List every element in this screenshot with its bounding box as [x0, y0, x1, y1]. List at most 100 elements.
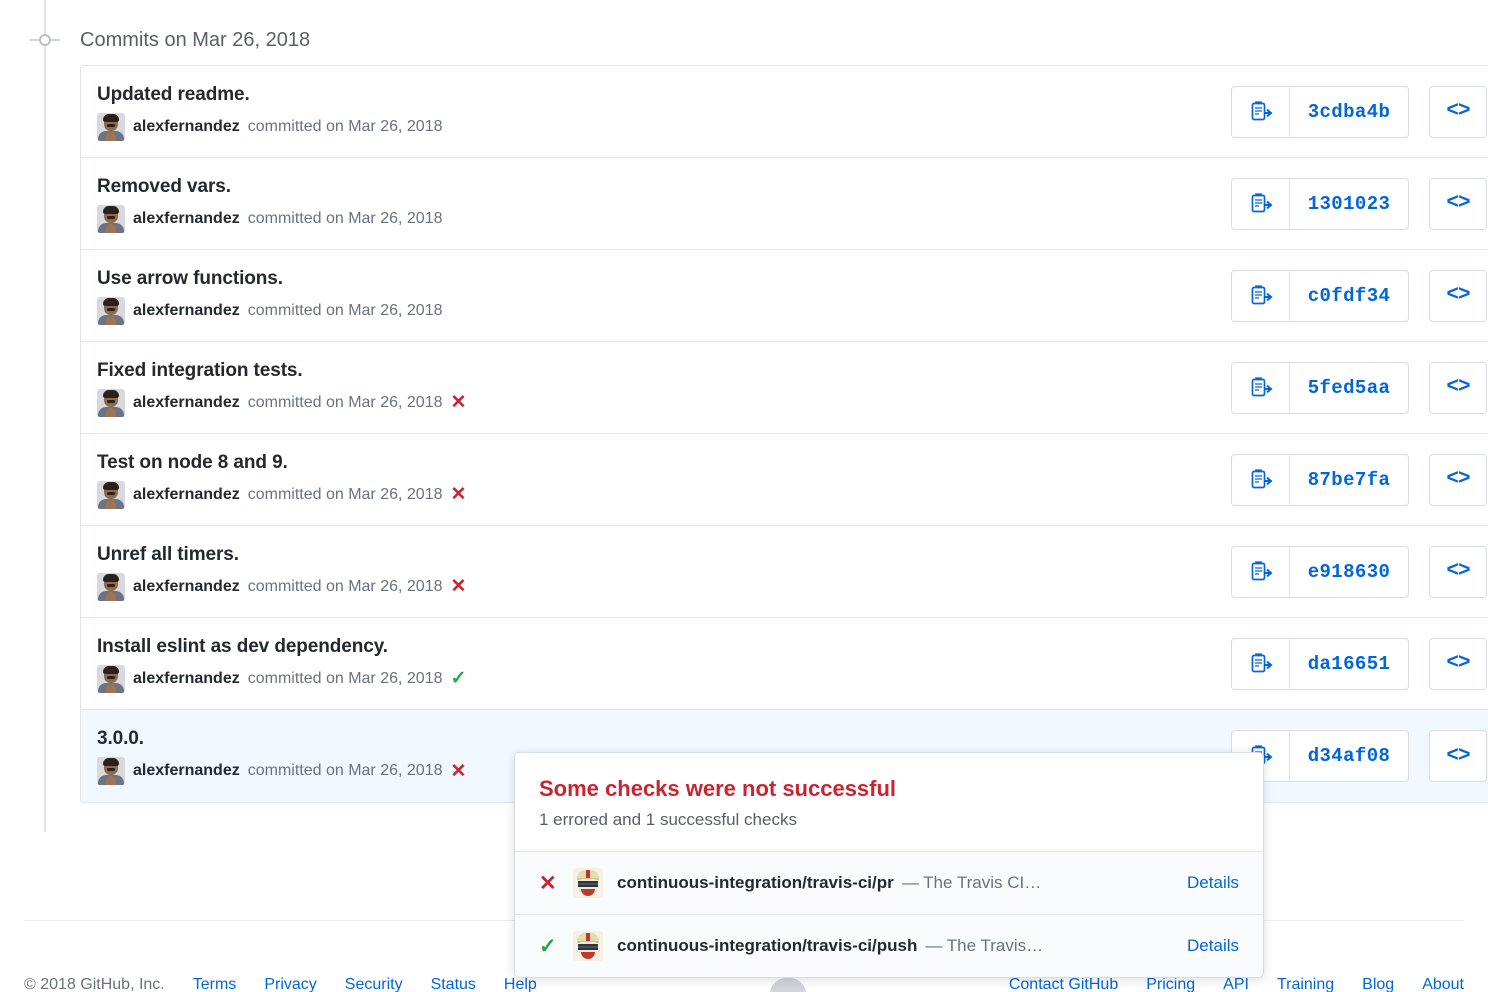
commit-sha-link[interactable]: c0fdf34: [1290, 271, 1408, 321]
commit-message-link[interactable]: Fixed integration tests.: [97, 359, 466, 383]
commit-group-header: Commits on Mar 26, 2018: [80, 29, 311, 51]
sha-button-group: 1301023: [1231, 177, 1409, 230]
commit-status-error-icon[interactable]: ✕: [450, 577, 466, 596]
commit-status-error-icon[interactable]: ✕: [450, 485, 466, 504]
commit-main: Use arrow functions. alexfernandez committ…: [97, 267, 442, 325]
commit-message-link[interactable]: Updated readme.: [97, 83, 442, 107]
commit-sha-link[interactable]: 5fed5aa: [1290, 363, 1408, 413]
commit-timestamp: committed on Mar 26, 2018: [247, 209, 443, 227]
commit-meta: alexfernandez committed on Mar 26, 2018: [97, 204, 443, 233]
commit-actions: 1301023 <>: [1231, 177, 1487, 230]
clipboard-copy-icon[interactable]: [1232, 454, 1290, 505]
commit-sha-link[interactable]: da16651: [1290, 639, 1408, 689]
commit-actions: da16651 <>: [1231, 637, 1487, 690]
sha-button-group: e918630: [1231, 545, 1409, 598]
commit-status-success-icon[interactable]: ✓: [450, 669, 466, 688]
commit-row[interactable]: Install eslint as dev dependency. alexfer…: [81, 618, 1488, 710]
commit-main: Test on node 8 and 9. alexfernandez commit…: [97, 451, 466, 509]
browse-code-button[interactable]: <>: [1429, 85, 1487, 138]
timeline-rail: [44, 0, 46, 832]
travis-ci-avatar: [573, 868, 603, 898]
commit-sha-link[interactable]: e918630: [1290, 547, 1408, 597]
commit-meta: alexfernandez committed on Mar 26, 2018 ✕: [97, 757, 466, 785]
footer-copyright: © 2018 GitHub, Inc.: [24, 976, 165, 992]
commit-status-error-icon[interactable]: ✕: [450, 762, 466, 781]
check-details-link[interactable]: Details: [1187, 936, 1239, 956]
commit-row[interactable]: Use arrow functions. alexfernandez committ…: [81, 250, 1488, 342]
commit-message-link[interactable]: Use arrow functions.: [97, 267, 442, 291]
footer-left-links: © 2018 GitHub, Inc. Terms Privacy Security S…: [24, 976, 537, 992]
commit-sha-link[interactable]: 87be7fa: [1290, 455, 1408, 505]
author-link[interactable]: alexfernandez: [133, 668, 240, 690]
footer-link-privacy[interactable]: Privacy: [264, 976, 316, 992]
sha-button-group: c0fdf34: [1231, 269, 1409, 322]
author-avatar: [97, 572, 125, 601]
author-link[interactable]: alexfernandez: [133, 208, 240, 230]
browse-code-button[interactable]: <>: [1429, 361, 1487, 414]
footer-link-about[interactable]: About: [1422, 976, 1464, 992]
code-icon: <>: [1446, 468, 1470, 491]
commit-message-link[interactable]: Removed vars.: [97, 175, 442, 199]
commit-row[interactable]: Fixed integration tests. alexfernandez com…: [81, 342, 1488, 434]
check-context-name: continuous-integration/travis-ci/pr: [617, 873, 894, 892]
footer-link-terms[interactable]: Terms: [193, 976, 237, 992]
author-avatar: [97, 296, 125, 325]
commit-message-link[interactable]: Test on node 8 and 9.: [97, 451, 466, 475]
commit-main: Install eslint as dev dependency. alexfer…: [97, 635, 466, 693]
commit-main: Updated readme. alexfernandez committed on…: [97, 83, 442, 141]
footer-link-api[interactable]: API: [1223, 976, 1249, 992]
commit-message-link[interactable]: Unref all timers.: [97, 543, 466, 567]
check-details-link[interactable]: Details: [1187, 873, 1239, 893]
clipboard-copy-icon[interactable]: [1232, 362, 1290, 413]
commit-actions: c0fdf34 <>: [1231, 269, 1487, 322]
commit-timestamp: committed on Mar 26, 2018: [247, 762, 443, 779]
commit-actions: 3cdba4b <>: [1231, 85, 1487, 138]
author-link[interactable]: alexfernandez: [133, 576, 240, 598]
browse-code-button[interactable]: <>: [1429, 177, 1487, 230]
commit-row[interactable]: Unref all timers. alexfernandez committed …: [81, 526, 1488, 618]
footer-link-training[interactable]: Training: [1277, 976, 1334, 992]
commit-row[interactable]: Test on node 8 and 9. alexfernandez commit…: [81, 434, 1488, 526]
browse-code-button[interactable]: <>: [1429, 269, 1487, 322]
footer-link-blog[interactable]: Blog: [1362, 976, 1394, 992]
footer-link-status[interactable]: Status: [431, 976, 476, 992]
commit-message-link[interactable]: Install eslint as dev dependency.: [97, 635, 466, 659]
clipboard-copy-icon[interactable]: [1232, 270, 1290, 321]
browse-code-button[interactable]: <>: [1429, 637, 1487, 690]
commit-sha-link[interactable]: d34af08: [1290, 731, 1408, 781]
browse-code-button[interactable]: <>: [1429, 453, 1487, 506]
browse-code-button[interactable]: <>: [1429, 545, 1487, 598]
commit-main: 3.0.0. alexfernandez committed on Mar 26, …: [97, 727, 466, 785]
clipboard-copy-icon[interactable]: [1232, 546, 1290, 597]
commit-actions: 5fed5aa <>: [1231, 361, 1487, 414]
commit-row[interactable]: Removed vars. alexfernandez committed on M…: [81, 158, 1488, 250]
commit-sha-link[interactable]: 1301023: [1290, 179, 1408, 229]
commits-page: Commits on Mar 26, 2018 Updated readme. a…: [0, 0, 1488, 992]
author-link[interactable]: alexfernandez: [133, 760, 240, 782]
author-link[interactable]: alexfernandez: [133, 484, 240, 506]
footer-link-contact-github[interactable]: Contact GitHub: [1009, 976, 1118, 992]
commit-row[interactable]: Updated readme. alexfernandez committed on…: [81, 66, 1488, 158]
clipboard-copy-icon[interactable]: [1232, 178, 1290, 229]
footer-link-security[interactable]: Security: [345, 976, 403, 992]
author-avatar: [97, 480, 125, 509]
commit-message-link[interactable]: 3.0.0.: [97, 727, 466, 751]
page-footer: © 2018 GitHub, Inc. Terms Privacy Security S…: [0, 976, 1488, 992]
footer-link-pricing[interactable]: Pricing: [1146, 976, 1195, 992]
commit-status-error-icon[interactable]: ✕: [450, 393, 466, 412]
clipboard-copy-icon[interactable]: [1232, 86, 1290, 137]
check-row[interactable]: ✓ continuous-integration/travis-ci/push — …: [515, 914, 1263, 977]
footer-link-help[interactable]: Help: [504, 976, 537, 992]
browse-code-button[interactable]: <>: [1429, 730, 1487, 782]
status-checks-popup[interactable]: Some checks were not successful 1 errore…: [514, 752, 1264, 978]
commit-sha-link[interactable]: 3cdba4b: [1290, 87, 1408, 137]
author-link[interactable]: alexfernandez: [133, 116, 240, 138]
commit-timestamp: committed on Mar 26, 2018: [247, 485, 443, 503]
checks-title: Some checks were not successful: [539, 776, 897, 801]
commit-meta: alexfernandez committed on Mar 26, 2018 ✕: [97, 572, 466, 601]
author-link[interactable]: alexfernandez: [133, 392, 240, 414]
clipboard-copy-icon[interactable]: [1232, 638, 1290, 689]
author-link[interactable]: alexfernandez: [133, 300, 240, 322]
check-row[interactable]: ✕ continuous-integration/travis-ci/pr — Th…: [515, 851, 1263, 914]
code-icon: <>: [1446, 376, 1470, 399]
